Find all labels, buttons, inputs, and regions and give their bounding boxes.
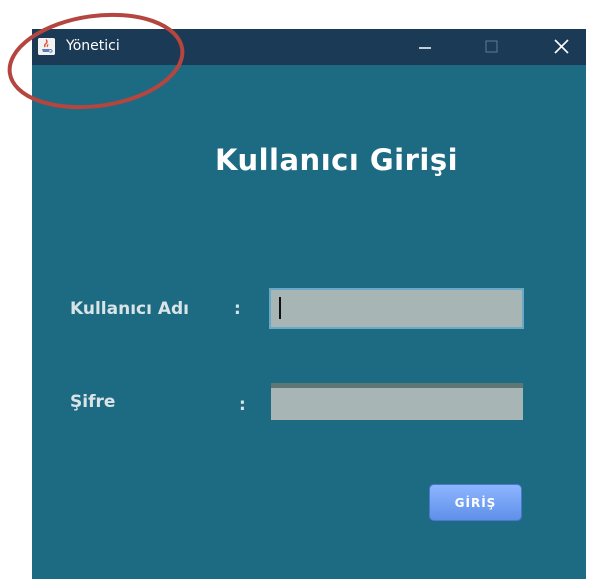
- page-title: Kullanıcı Girişi: [215, 143, 459, 177]
- minimize-icon[interactable]: [404, 29, 444, 65]
- java-coffee-icon: [38, 38, 55, 55]
- login-button[interactable]: GİRİŞ: [429, 484, 522, 521]
- username-input[interactable]: [269, 288, 524, 329]
- title-bar[interactable]: Yönetici: [32, 29, 586, 65]
- username-colon: :: [234, 299, 241, 319]
- username-label: Kullanıcı Adı: [70, 299, 190, 319]
- close-icon[interactable]: [543, 29, 583, 65]
- window-title: Yönetici: [66, 38, 120, 54]
- login-window: Yönetici Kullanıcı Girişi Kullanıcı Adı …: [32, 29, 586, 579]
- password-input[interactable]: [271, 383, 523, 420]
- text-caret: [279, 297, 281, 319]
- password-colon: :: [239, 395, 246, 415]
- maximize-icon[interactable]: [472, 29, 512, 65]
- password-label: Şifre: [70, 392, 116, 412]
